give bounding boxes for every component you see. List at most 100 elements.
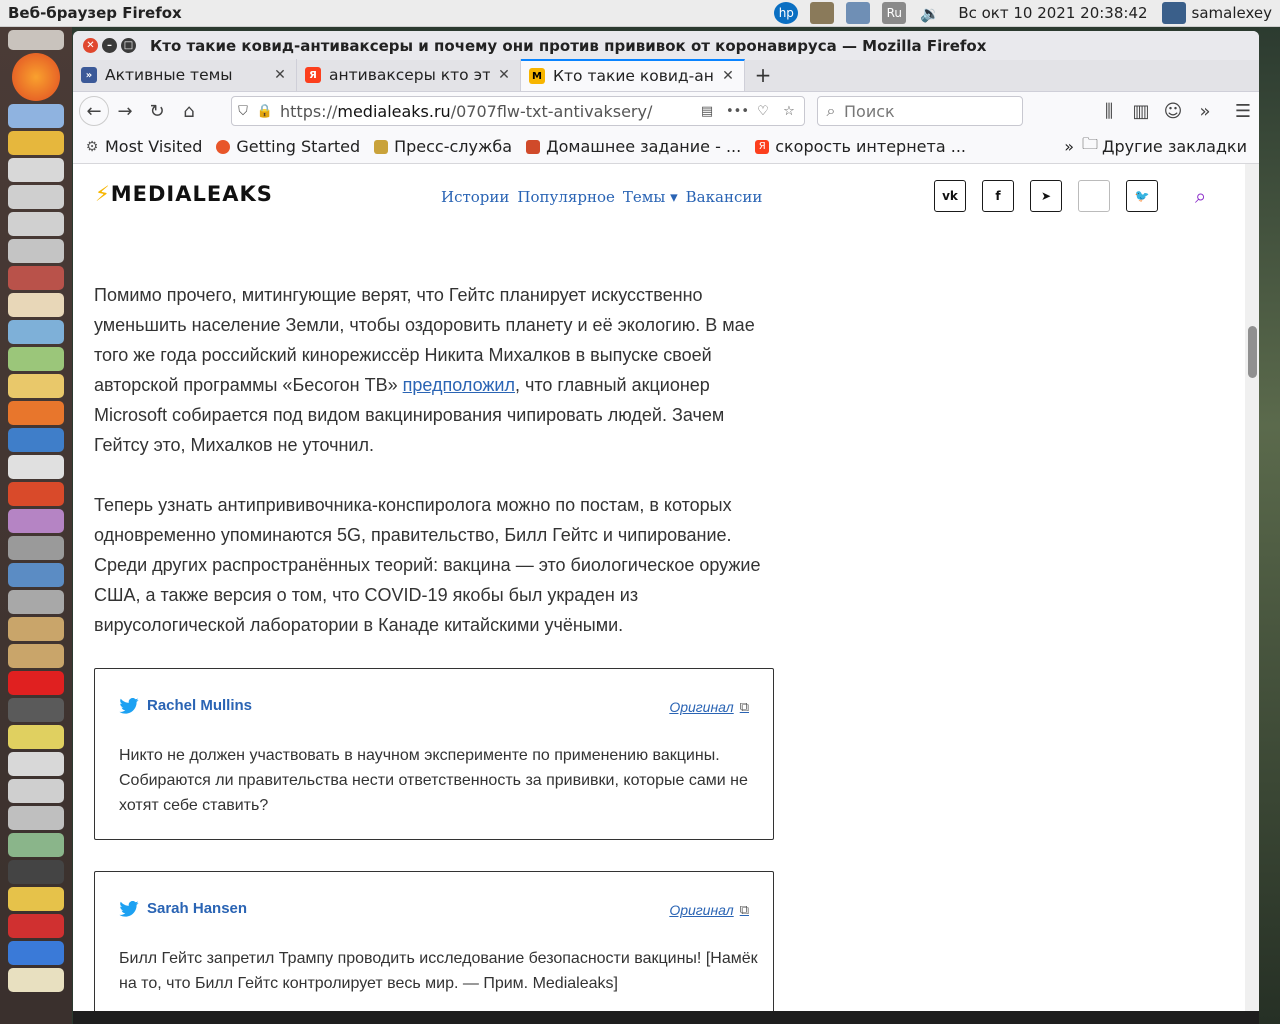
search-bar[interactable]: ⌕ Поиск	[817, 96, 1023, 126]
app-icon-15[interactable]	[8, 563, 64, 587]
monitor-icon[interactable]	[1161, 2, 1186, 24]
app-icon-22[interactable]	[8, 752, 64, 776]
clock[interactable]: Вс окт 10 2021 20:38:42	[958, 4, 1147, 22]
app-icon-24[interactable]	[8, 806, 64, 830]
app-icon-9[interactable]	[8, 347, 64, 371]
app-icon-27[interactable]	[8, 887, 64, 911]
app-icon-4[interactable]	[8, 212, 64, 236]
app-icon-12[interactable]	[8, 482, 64, 506]
app-icon-29[interactable]	[8, 941, 64, 965]
software-center-icon[interactable]	[8, 401, 64, 425]
hp-icon[interactable]: hp	[774, 2, 799, 24]
home-icon[interactable]: ⌂	[173, 96, 205, 126]
nav-link-vacancies[interactable]: Вакансии	[686, 188, 763, 206]
window-titlebar[interactable]: ✕ – □ Кто такие ковид-антиваксеры и поче…	[73, 31, 1259, 60]
url-text[interactable]: https://medialeaks.ru/0707flw-txt-antiva…	[276, 102, 696, 121]
app-icon-21[interactable]	[8, 725, 64, 749]
site-logo[interactable]: ⚡MEDIALEAKS	[95, 182, 273, 206]
lock-icon[interactable]: 🔒	[254, 104, 276, 119]
forward-arrow-icon[interactable]: →	[109, 96, 141, 126]
user-menu[interactable]: samalexey	[1192, 4, 1272, 22]
bookmark-press-service[interactable]: Пресс-служба	[374, 137, 512, 156]
app-icon-2[interactable]	[8, 158, 64, 182]
nav-link-popular[interactable]: Популярное	[517, 188, 614, 206]
pocket-icon[interactable]: ♡	[752, 104, 774, 119]
tweet-author[interactable]: Sarah Hansen	[147, 900, 247, 917]
site-search-icon[interactable]: ⌕	[1195, 184, 1206, 208]
amazon-icon[interactable]	[8, 455, 64, 479]
app-icon-20[interactable]	[8, 698, 64, 722]
tab-close-icon[interactable]: ✕	[272, 67, 288, 83]
window-minimize-button[interactable]: –	[102, 38, 117, 53]
app-icon-11[interactable]	[8, 428, 64, 452]
telegram-icon[interactable]: ➤	[1030, 180, 1062, 212]
clipboard-icon[interactable]	[810, 2, 835, 24]
new-tab-button[interactable]: +	[745, 59, 781, 91]
bookmark-star-icon[interactable]: ☆	[778, 104, 800, 119]
nav-link-topics[interactable]: Темы ▾	[623, 188, 678, 206]
reader-view-icon[interactable]: ▤	[696, 104, 718, 119]
page-scrollbar[interactable]	[1245, 164, 1259, 1024]
dash-home-icon[interactable]	[8, 30, 64, 50]
tracking-shield-icon[interactable]: ⛉	[232, 104, 254, 119]
tab-close-icon[interactable]: ✕	[496, 67, 512, 83]
app-icon-1[interactable]	[8, 131, 64, 155]
facebook-icon[interactable]: f	[982, 180, 1014, 212]
app-icon-10[interactable]	[8, 374, 64, 398]
twitter-icon[interactable]: 🐦	[1126, 180, 1158, 212]
tab-active-topics[interactable]: » Активные темы ✕	[73, 59, 297, 91]
app-icon-26[interactable]	[8, 860, 64, 884]
app-icon-8[interactable]	[8, 320, 64, 344]
scrollbar-thumb[interactable]	[1248, 326, 1257, 378]
chromium-icon[interactable]	[8, 104, 64, 128]
bolt-icon: ⚡	[95, 182, 111, 206]
account-icon[interactable]: ☺	[1157, 96, 1189, 126]
app-icon-14[interactable]	[8, 536, 64, 560]
pen-icon[interactable]	[846, 2, 871, 24]
bookmark-most-visited[interactable]: ⚙ Most Visited	[85, 137, 203, 156]
tab-yandex-search[interactable]: Я антиваксеры кто это ✕	[297, 59, 521, 91]
app-icon-16[interactable]	[8, 590, 64, 614]
app-icon-13[interactable]	[8, 509, 64, 533]
tab-close-icon[interactable]: ✕	[720, 68, 736, 84]
library-icon[interactable]: ⫼	[1093, 96, 1125, 126]
tweet-original-link[interactable]: Оригинал ⧉	[669, 902, 749, 918]
app-icon-28[interactable]	[8, 914, 64, 938]
app-icon-3[interactable]	[8, 185, 64, 209]
volume-icon[interactable]: 🔉	[918, 2, 942, 24]
app-icon-6[interactable]	[8, 266, 64, 290]
inline-link-supposed[interactable]: предположил	[403, 375, 515, 395]
tab-label: антиваксеры кто это	[329, 66, 490, 84]
app-icon-18[interactable]	[8, 644, 64, 668]
other-bookmarks-folder[interactable]: 🗀 Другие закладки	[1082, 133, 1247, 160]
url-bar[interactable]: ⛉ 🔒 https://medialeaks.ru/0707flw-txt-an…	[231, 96, 805, 126]
bookmarks-overflow-chevron-icon[interactable]: »	[1064, 137, 1074, 156]
window-close-button[interactable]: ✕	[83, 38, 98, 53]
vk-icon[interactable]: vk	[934, 180, 966, 212]
zen-icon[interactable]	[1078, 180, 1110, 212]
tweet-original-link[interactable]: Оригинал ⧉	[669, 699, 749, 715]
bookmark-speed-test[interactable]: Яскорость интернета ...	[755, 137, 966, 156]
app-icon-19[interactable]	[8, 671, 64, 695]
sidebar-icon[interactable]: ▥	[1125, 96, 1157, 126]
app-icon-7[interactable]	[8, 293, 64, 317]
keyboard-layout-indicator[interactable]: Ru	[882, 2, 907, 24]
hamburger-menu-icon[interactable]: ☰	[1227, 96, 1259, 126]
firefox-icon[interactable]	[12, 53, 60, 101]
tab-medialeaks-article[interactable]: M Кто такие ковид-антива ✕	[521, 59, 745, 91]
back-arrow-icon[interactable]: ←	[79, 96, 109, 126]
reload-icon[interactable]: ↻	[141, 96, 173, 126]
nav-link-stories[interactable]: Истории	[441, 188, 509, 206]
page-actions-icon[interactable]: •••	[726, 104, 749, 119]
tweet-author[interactable]: Rachel Mullins	[147, 697, 252, 714]
bookmark-homework[interactable]: Домашнее задание - ...	[526, 137, 741, 156]
app-icon-30[interactable]	[8, 968, 64, 992]
app-icon-23[interactable]	[8, 779, 64, 803]
app-icon-5[interactable]	[8, 239, 64, 263]
window-maximize-button[interactable]: □	[121, 38, 136, 53]
app-icon-25[interactable]	[8, 833, 64, 857]
bookmark-getting-started[interactable]: Getting Started	[216, 137, 360, 156]
overflow-chevron-icon[interactable]: »	[1189, 96, 1221, 126]
search-input[interactable]: Поиск	[844, 102, 895, 121]
app-icon-17[interactable]	[8, 617, 64, 641]
